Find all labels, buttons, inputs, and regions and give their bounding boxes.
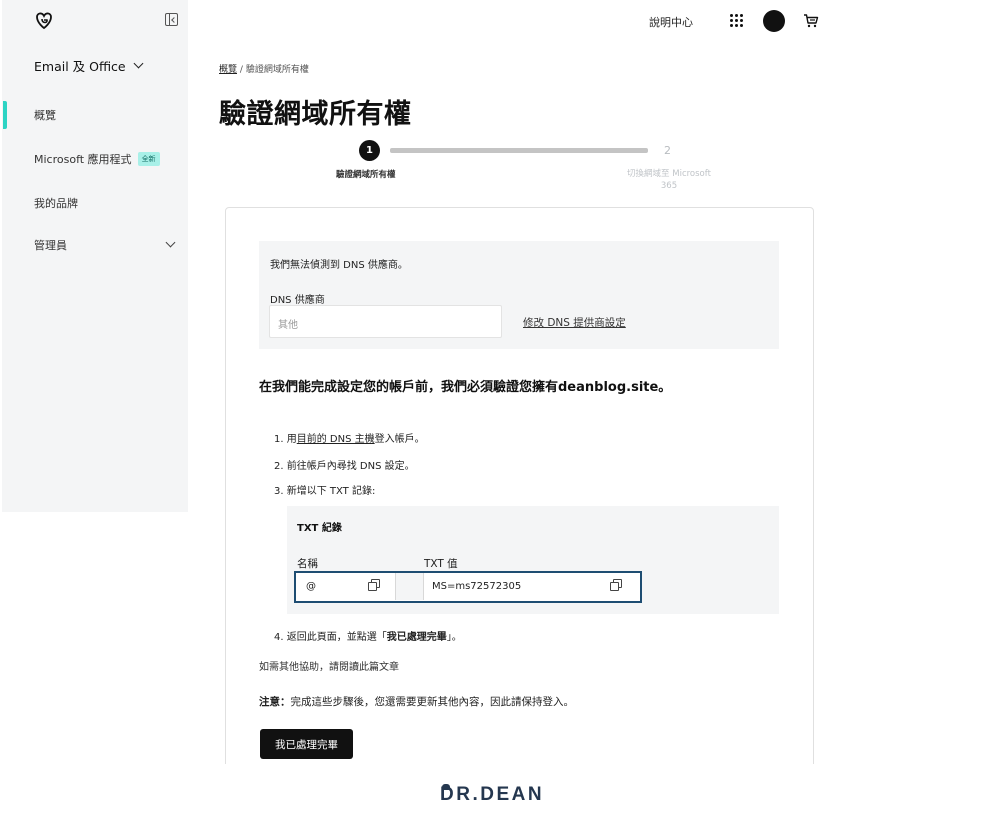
dns-warning-text: 我們無法偵測到 DNS 供應商。 (270, 260, 408, 271)
sidebar-item-admin[interactable]: 管理員 (34, 237, 67, 253)
breadcrumb-separator: / (239, 65, 243, 75)
instruction-step-2: 2. 前往帳戶內尋找 DNS 設定。 (274, 461, 415, 472)
new-badge: 全新 (137, 152, 160, 166)
sidebar-item-label: 概覽 (34, 109, 56, 122)
avatar[interactable] (763, 10, 785, 32)
record-name-value: @ (306, 581, 316, 592)
step-1-indicator: 1 (359, 140, 380, 161)
instruction-text: 登入帳戶。 (374, 434, 425, 445)
apps-grid-icon[interactable] (730, 14, 743, 27)
instruction-text: 」。 (446, 632, 462, 643)
page-title: 驗證網域所有權 (219, 99, 412, 130)
dns-provider-field[interactable]: 其他 (269, 305, 502, 338)
sidebar-item-my-brand[interactable]: 我的品牌 (34, 195, 78, 211)
step-progress-line (390, 148, 648, 153)
txt-value-field[interactable]: MS=ms72572305 (424, 573, 639, 600)
txt-record-panel: TXT 紀錄 名稱 TXT 值 @ MS=ms72572305 (287, 506, 779, 614)
change-dns-provider-link[interactable]: 修改 DNS 提供商設定 (523, 315, 626, 330)
collapse-sidebar-icon[interactable] (165, 13, 178, 26)
record-name-field[interactable]: @ (296, 573, 396, 600)
step-2-label: 切換網域至 Microsoft 365 (627, 169, 711, 192)
done-button[interactable]: 我已處理完畢 (260, 729, 353, 759)
txt-value-column-label: TXT 值 (424, 558, 458, 570)
dns-provider-label: DNS 供應商 (270, 295, 325, 306)
sidebar-item-overview[interactable]: 概覽 (3, 101, 56, 129)
instruction-bold-text: 我已處理完畢 (386, 632, 447, 643)
godaddy-logo-icon[interactable] (33, 10, 55, 32)
cart-icon[interactable] (803, 13, 819, 29)
help-article-link[interactable]: 如需其他協助，請閱讀此篇文章 (259, 658, 399, 673)
note-body: 完成這些步驟後，您還需要更新其他內容，因此請保持登入。 (290, 696, 575, 708)
name-column-label: 名稱 (297, 558, 318, 570)
instruction-step-1: 1. 用目前的 DNS 主機登入帳戶。 (274, 430, 425, 445)
breadcrumb-overview-link[interactable]: 概覽 (219, 65, 237, 75)
dns-provider-panel: 我們無法偵測到 DNS 供應商。 DNS 供應商 其他 修改 DNS 提供商設定 (259, 241, 779, 349)
step-2-indicator: 2 (664, 144, 671, 157)
sidebar: Email 及 Office 概覽 Microsoft 應用程式 全新 我的品牌… (2, 0, 188, 512)
chevron-down-icon (133, 58, 144, 69)
txt-record-title: TXT 紀錄 (297, 523, 342, 534)
current-dns-host-link[interactable]: 目前的 DNS 主機 (297, 434, 375, 445)
field-divider (396, 573, 424, 600)
instruction-text: 1. 用 (274, 434, 297, 445)
product-switcher-label: Email 及 Office (34, 59, 126, 74)
sidebar-item-microsoft-apps[interactable]: Microsoft 應用程式 全新 (34, 151, 160, 167)
copy-icon[interactable] (368, 579, 381, 592)
txt-record-row: @ MS=ms72572305 (294, 571, 642, 603)
note-label: 注意： (259, 696, 291, 708)
product-switcher[interactable]: Email 及 Office (34, 56, 144, 75)
watermark-logo: DR.DEAN (440, 784, 545, 805)
copy-icon[interactable] (610, 579, 623, 592)
instruction-step-4: 4. 返回此頁面，並點選「我已處理完畢」。 (274, 628, 462, 643)
help-center-link[interactable]: 說明中心 (649, 14, 693, 30)
sidebar-item-label: 我的品牌 (34, 197, 78, 210)
note-text: 注意：完成這些步驟後，您還需要更新其他內容，因此請保持登入。 (259, 694, 574, 709)
txt-value: MS=ms72572305 (432, 581, 522, 592)
breadcrumb-current: 驗證網域所有權 (245, 65, 309, 75)
sidebar-item-label: Microsoft 應用程式 (34, 153, 132, 166)
instruction-text: 4. 返回此頁面，並點選「 (274, 632, 387, 643)
instruction-step-3: 3. 新增以下 TXT 記錄: (274, 486, 376, 497)
breadcrumb: 概覽 / 驗證網域所有權 (219, 62, 309, 75)
chevron-down-icon[interactable] (165, 237, 176, 248)
step-1-label: 驗證網域所有權 (336, 170, 396, 180)
verify-heading: 在我們能完成設定您的帳戶前，我們必須驗證您擁有deanblog.site。 (259, 380, 672, 395)
sidebar-item-label: 管理員 (34, 239, 67, 252)
